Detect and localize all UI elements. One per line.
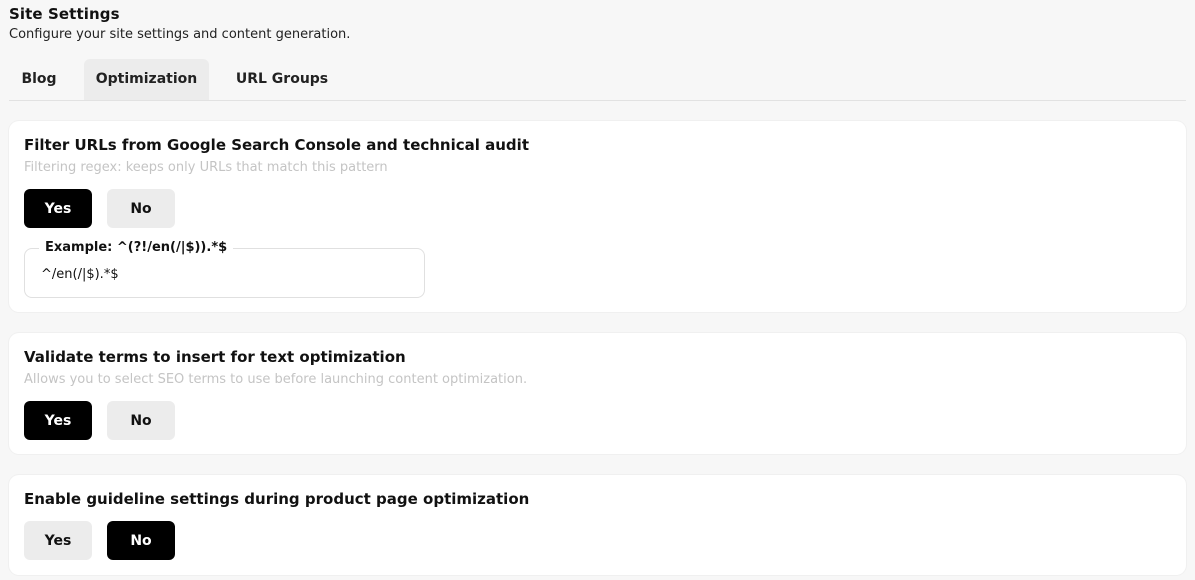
validate-terms-description: Allows you to select SEO terms to use be… xyxy=(24,372,528,387)
guideline-settings-title: Enable guideline settings during product… xyxy=(24,490,530,508)
regex-field-label: Example: ^(?!/en(/|$)).*$ xyxy=(39,240,234,255)
filter-urls-no-button[interactable]: No xyxy=(107,189,175,228)
filter-urls-yes-button[interactable]: Yes xyxy=(24,189,92,228)
regex-field: Example: ^(?!/en(/|$)).*$ xyxy=(24,240,425,298)
page-title: Site Settings xyxy=(9,5,120,23)
validate-terms-yes-button[interactable]: Yes xyxy=(24,401,92,440)
validate-terms-no-button[interactable]: No xyxy=(107,401,175,440)
guideline-settings-yes-button[interactable]: Yes xyxy=(24,521,92,560)
validate-terms-card: Validate terms to insert for text optimi… xyxy=(9,333,1186,454)
tab-url-groups[interactable]: URL Groups xyxy=(226,59,338,100)
filter-urls-title: Filter URLs from Google Search Console a… xyxy=(24,136,529,154)
guideline-settings-card: Enable guideline settings during product… xyxy=(9,475,1186,575)
settings-tabs: Blog Optimization URL Groups xyxy=(9,59,1186,101)
page-subtitle: Configure your site settings and content… xyxy=(9,27,351,42)
regex-input[interactable] xyxy=(41,264,411,284)
filter-urls-description: Filtering regex: keeps only URLs that ma… xyxy=(24,160,388,175)
tab-optimization[interactable]: Optimization xyxy=(84,59,209,100)
tab-blog[interactable]: Blog xyxy=(9,59,69,100)
validate-terms-title: Validate terms to insert for text optimi… xyxy=(24,348,406,366)
filter-urls-card: Filter URLs from Google Search Console a… xyxy=(9,121,1186,312)
guideline-settings-no-button[interactable]: No xyxy=(107,521,175,560)
site-settings-page: Site Settings Configure your site settin… xyxy=(0,0,1195,580)
